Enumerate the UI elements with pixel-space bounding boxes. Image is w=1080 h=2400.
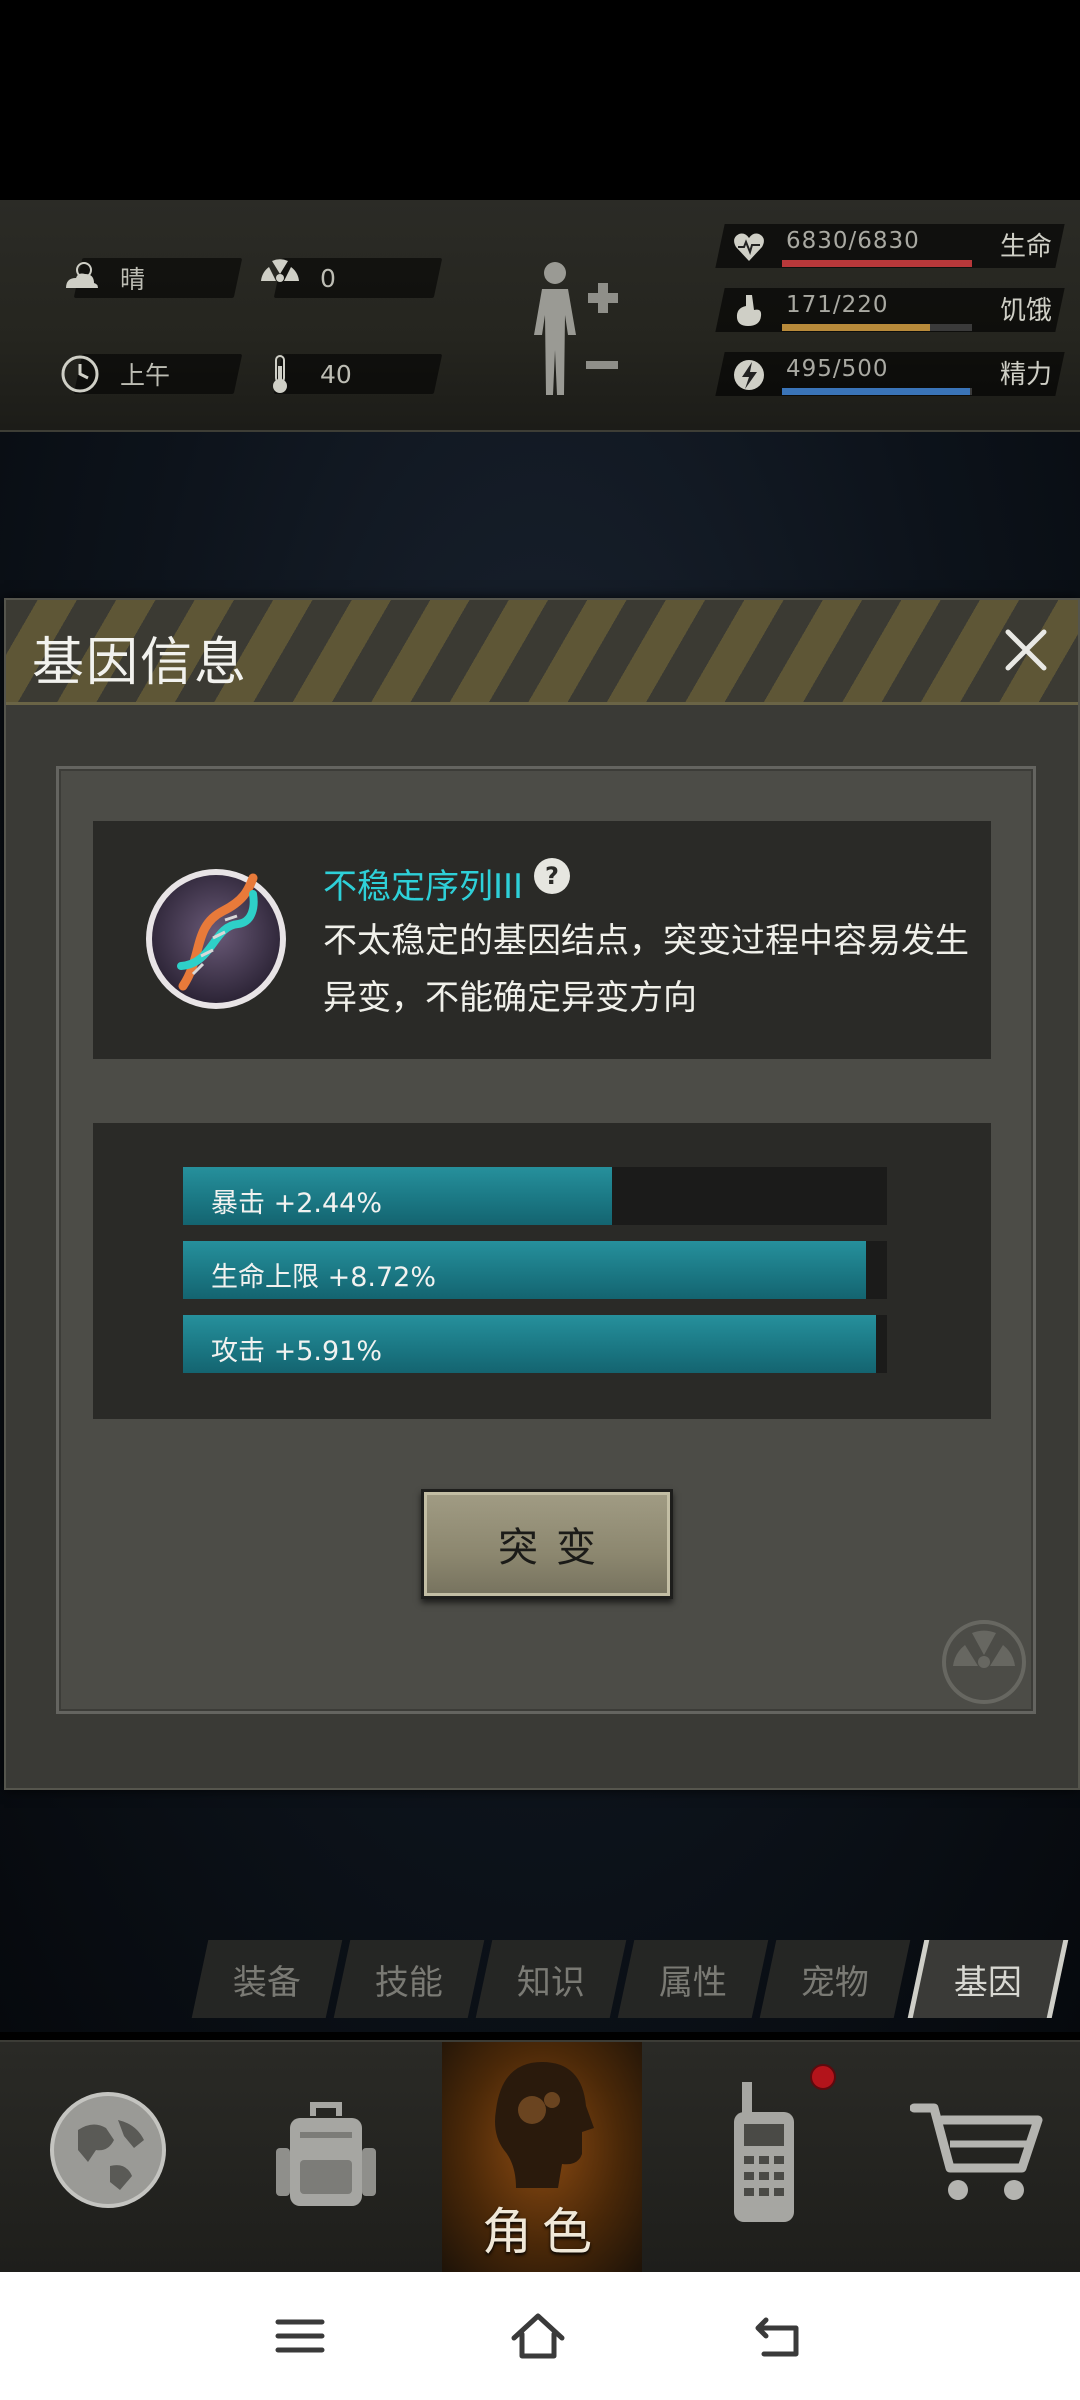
nav-character[interactable]: 角色 — [442, 2042, 642, 2274]
bonus-row-max-hp: 生命上限 +8.72% — [183, 1241, 887, 1299]
radiation-value: 0 — [320, 263, 336, 293]
tab-pets[interactable]: 宠物 — [759, 1940, 911, 2018]
stomach-icon — [736, 295, 762, 326]
heart-pulse-icon — [734, 233, 764, 261]
bonus-label: 生命上限 +8.72% — [211, 1262, 436, 1293]
character-tabs: 装备 技能 知识 属性 宠物 基因 — [191, 1940, 1069, 2020]
energy-stat: 495/500 精力 — [715, 348, 1065, 400]
hunger-value: 171/220 — [786, 292, 889, 318]
gene-card: 不稳定序列III ? 不太稳定的基因结点，突变过程中容易发生异变，不能确定异变方… — [93, 821, 991, 1059]
tab-label: 基因 — [954, 1962, 1022, 2003]
energy-value: 495/500 — [786, 356, 889, 382]
hunger-bar — [782, 324, 972, 331]
nav-character-label: 角色 — [482, 2203, 602, 2261]
dna-helix-icon — [146, 869, 286, 1009]
time-of-day-label: 上午 — [120, 361, 171, 390]
temperature-indicator: 40 — [273, 354, 443, 394]
tab-knowledge[interactable]: 知识 — [475, 1940, 627, 2018]
shopping-cart-icon — [910, 2103, 1043, 2200]
bonus-row-crit: 暴击 +2.44% — [183, 1167, 887, 1225]
health-label: 生命 — [999, 232, 1052, 262]
health-bar — [782, 260, 972, 267]
character-head-icon — [495, 2062, 594, 2188]
walkie-talkie-icon — [734, 2082, 794, 2222]
nav-radio[interactable] — [650, 2042, 870, 2274]
tab-label: 知识 — [517, 1962, 585, 2003]
dialog-title: 基因信息 — [32, 633, 249, 693]
menu-icon[interactable] — [272, 2310, 328, 2362]
thermometer-icon — [273, 355, 287, 393]
radiation-watermark-icon — [942, 1620, 1026, 1704]
body-condition-icon[interactable] — [520, 255, 630, 405]
nav-backpack[interactable] — [220, 2042, 440, 2274]
notification-dot — [810, 2064, 836, 2090]
gene-description: 不太稳定的基因结点，突变过程中容易发生异变，不能确定异变方向 — [323, 921, 969, 1018]
bonus-row-attack: 攻击 +5.91% — [183, 1315, 887, 1373]
close-icon[interactable] — [996, 620, 1056, 680]
gene-info-dialog: 基因信息 不稳定序列III ? 不太稳定的基因结点，突变过程中容易发生异变，不能… — [4, 598, 1080, 1790]
nav-shop[interactable] — [870, 2042, 1080, 2274]
tab-label: 宠物 — [801, 1962, 869, 2003]
energy-bolt-icon — [734, 360, 764, 390]
clock-icon — [61, 355, 99, 393]
health-value: 6830/6830 — [786, 228, 920, 254]
tab-equipment[interactable]: 装备 — [191, 1940, 343, 2018]
dialog-content: 不稳定序列III ? 不太稳定的基因结点，突变过程中容易发生异变，不能确定异变方… — [56, 766, 1036, 1714]
system-navigation-bar — [0, 2272, 1080, 2400]
nav-world[interactable] — [0, 2042, 220, 2274]
backpack-icon — [276, 2102, 376, 2206]
hunger-bar-fill — [782, 324, 930, 331]
bonus-label: 攻击 +5.91% — [211, 1336, 382, 1367]
globe-icon — [50, 2092, 166, 2208]
hunger-label: 饥饿 — [999, 296, 1052, 326]
temperature-value: 40 — [320, 359, 352, 389]
bottom-nav: 角色 — [0, 2040, 1080, 2274]
home-icon[interactable] — [510, 2310, 566, 2362]
health-bar-fill — [782, 260, 972, 267]
radiation-indicator: 0 — [261, 258, 443, 298]
svg-text:?: ? — [545, 862, 559, 890]
bonus-label: 暴击 +2.44% — [211, 1188, 382, 1219]
mutate-button-label: 突变 — [498, 1525, 614, 1571]
dialog-header: 基因信息 — [6, 600, 1078, 705]
tab-label: 技能 — [375, 1962, 443, 2003]
radiation-icon — [261, 259, 299, 282]
gene-name: 不稳定序列III — [323, 867, 524, 907]
weather-label: 晴 — [120, 265, 146, 294]
tab-genes[interactable]: 基因 — [907, 1940, 1069, 2018]
top-blank-area — [0, 0, 1080, 200]
gene-bonus-panel: 暴击 +2.44% 生命上限 +8.72% 攻击 +5.91% — [93, 1123, 991, 1419]
energy-label: 精力 — [999, 360, 1052, 390]
tab-label: 属性 — [659, 1962, 727, 2003]
weather-cloudy-sun-icon — [66, 262, 98, 288]
tab-attributes[interactable]: 属性 — [617, 1940, 769, 2018]
status-header: 晴 0 上午 40 6830/6830 生命 171/220 饥饿 495/50… — [0, 200, 1080, 432]
time-of-day-indicator: 上午 — [61, 354, 243, 394]
hunger-stat: 171/220 饥饿 — [715, 284, 1065, 336]
health-stat: 6830/6830 生命 — [715, 220, 1065, 272]
back-icon[interactable] — [752, 2310, 808, 2362]
help-question-icon[interactable]: ? — [533, 857, 571, 895]
mutate-button[interactable]: 突变 — [421, 1489, 673, 1599]
energy-bar — [782, 388, 972, 395]
energy-bar-fill — [782, 388, 971, 395]
weather-indicator: 晴 — [66, 258, 243, 298]
tab-skills[interactable]: 技能 — [333, 1940, 485, 2018]
tab-label: 装备 — [233, 1962, 301, 2003]
